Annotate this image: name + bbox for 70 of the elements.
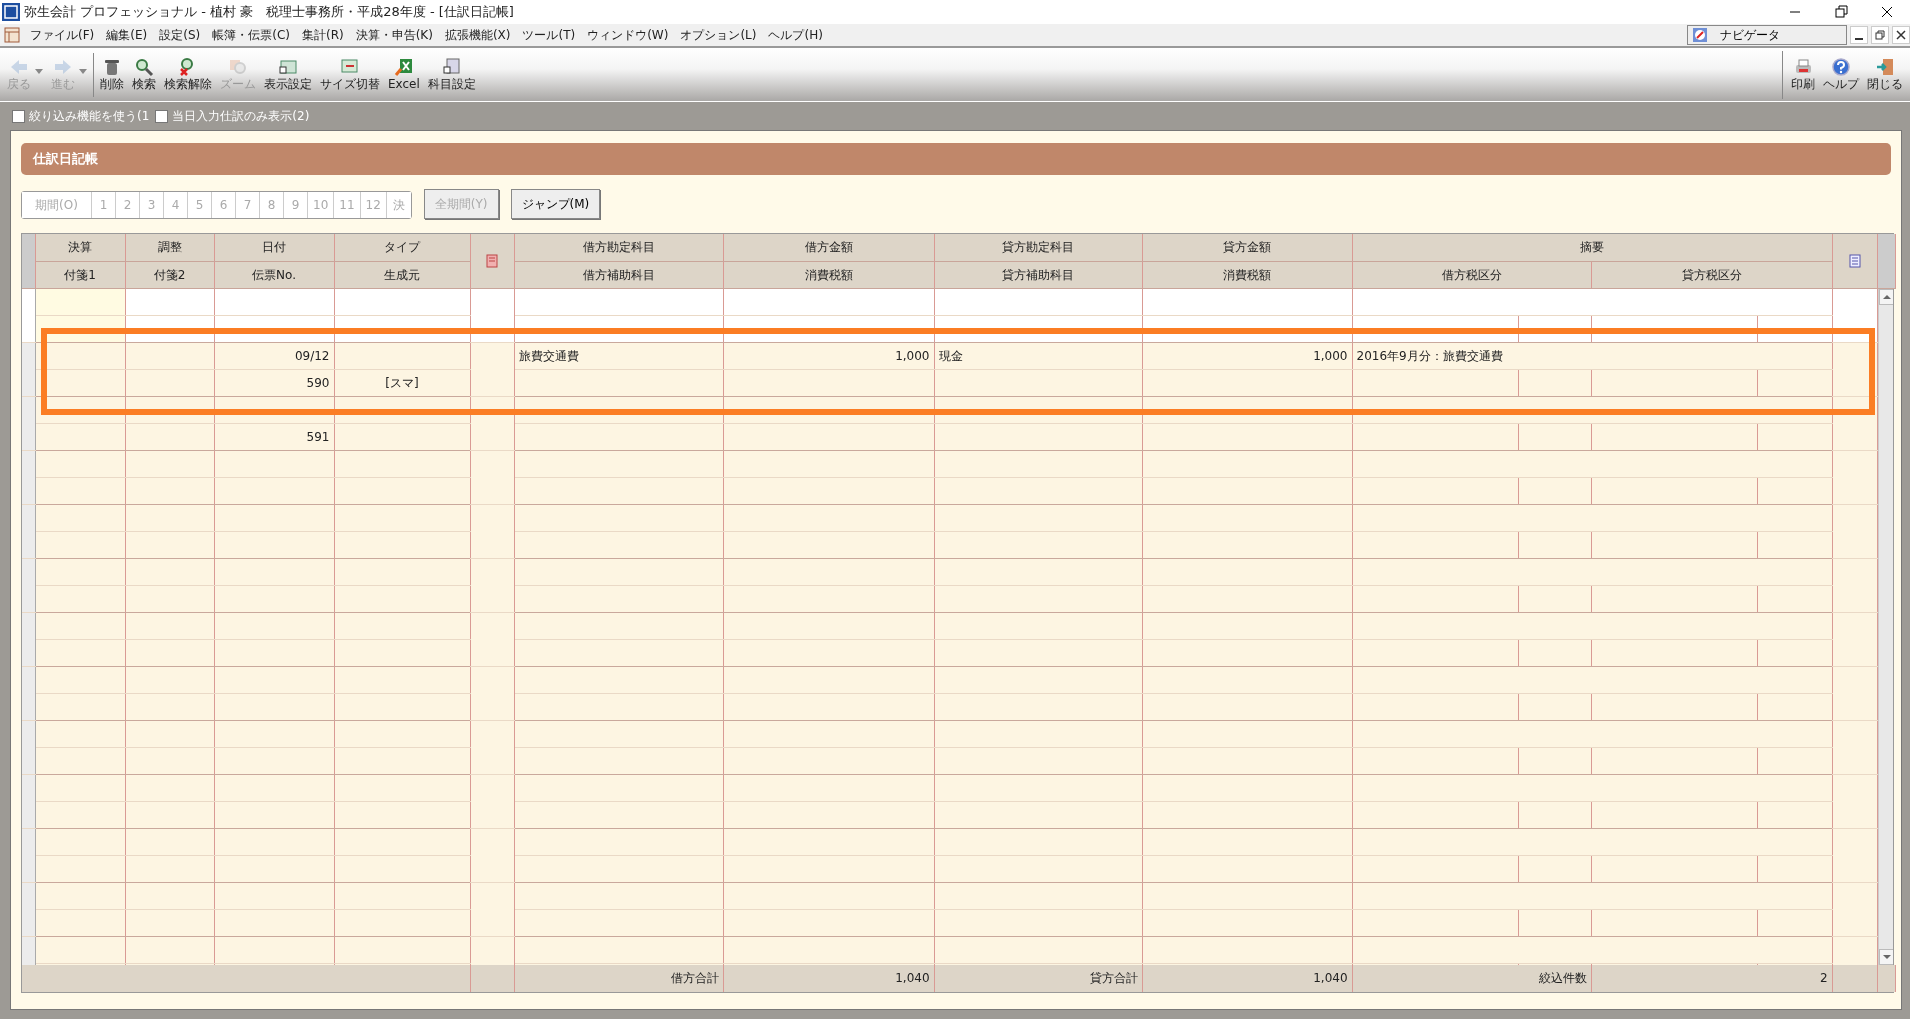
menu-item[interactable]: ツール(T) bbox=[516, 26, 582, 44]
toolbar-button[interactable]: 閉じる bbox=[1863, 55, 1907, 94]
menu-item[interactable]: ヘルプ(H) bbox=[762, 26, 829, 44]
menu-item[interactable]: ウィンドウ(W) bbox=[581, 26, 675, 44]
column-header: 貸方勘定科目 bbox=[934, 234, 1142, 261]
toolbar-button[interactable]: ヘルプ bbox=[1819, 55, 1863, 94]
restore-icon[interactable] bbox=[1872, 27, 1888, 43]
column-header: 貸方税区分 bbox=[1591, 261, 1832, 288]
menu-item[interactable]: 設定(S) bbox=[153, 26, 207, 44]
book-icon bbox=[486, 254, 498, 269]
column-header: 消費税額 bbox=[1142, 261, 1352, 288]
slip-number-cell: 590 bbox=[214, 369, 334, 397]
toolbar-button[interactable]: 検索解除 bbox=[160, 55, 216, 94]
total-label: 貸方合計 bbox=[934, 964, 1143, 992]
menu-item[interactable]: 決算・申告(K) bbox=[349, 26, 439, 44]
spreadsheet-icon bbox=[393, 57, 414, 78]
source-cell: [スマ] bbox=[334, 369, 470, 397]
menu-item[interactable]: 編集(E) bbox=[100, 26, 154, 44]
trash-can-icon bbox=[102, 57, 122, 78]
exit-door-icon bbox=[1875, 57, 1895, 78]
amount-cell: 1,000 bbox=[1142, 342, 1352, 370]
column-header: タイプ bbox=[334, 234, 470, 261]
amount-cell: 1,000 bbox=[723, 342, 934, 370]
account-cell: 現金 bbox=[934, 342, 1142, 370]
column-header: 摘要 bbox=[1352, 234, 1832, 261]
toolbar-button[interactable]: Excel bbox=[384, 55, 424, 94]
magnifier-icon bbox=[134, 57, 154, 78]
account-cell: 旅費交通費 bbox=[514, 342, 723, 370]
restore-icon[interactable] bbox=[1832, 3, 1850, 21]
toolbar-button[interactable]: 表示設定 bbox=[260, 55, 316, 94]
column-header: 付箋1 bbox=[35, 261, 125, 288]
jump-button[interactable]: ジャンプ(M) bbox=[510, 189, 601, 219]
window-title: 弥生会計 プロフェッショナル - 植村 豪 税理士事務所・平成28年度 - [仕訳日記帳] bbox=[24, 3, 515, 22]
total-value: 1,040 bbox=[1142, 964, 1353, 992]
column-header: 伝票No. bbox=[214, 261, 334, 288]
toolbar-button[interactable]: 削除 bbox=[96, 55, 128, 94]
toolbar-button[interactable]: 科目設定 bbox=[423, 55, 480, 94]
column-header: 借方税区分 bbox=[1352, 261, 1591, 288]
description-cell: 2016年9月分：旅費交通費 bbox=[1352, 342, 1832, 370]
toolbar-button[interactable]: 印刷 bbox=[1787, 55, 1819, 94]
total-value: 2 bbox=[1591, 964, 1833, 992]
menu-item[interactable]: 帳簿・伝票(C) bbox=[206, 26, 296, 44]
navigator-button[interactable]: ナビゲータ bbox=[1687, 25, 1847, 45]
scroll-down-icon bbox=[1878, 948, 1893, 965]
column-header: 生成元 bbox=[334, 261, 470, 288]
document-icon bbox=[4, 27, 20, 43]
help-icon bbox=[1831, 57, 1851, 78]
column-header: 日付 bbox=[214, 234, 334, 261]
date-cell: 09/12 bbox=[214, 342, 334, 370]
menu-item[interactable]: 拡張機能(X) bbox=[438, 26, 517, 44]
column-header: 消費税額 bbox=[723, 261, 934, 288]
column-header: 調整 bbox=[125, 234, 214, 261]
toolbar-button[interactable]: 検索 bbox=[128, 55, 160, 94]
slip-number-cell: 591 bbox=[214, 423, 334, 451]
column-header: 貸方金額 bbox=[1142, 234, 1352, 261]
menu-item[interactable]: ファイル(F) bbox=[24, 26, 101, 44]
ledger-title: 仕訳日記帳 bbox=[21, 143, 1891, 175]
column-header: 貸方補助科目 bbox=[934, 261, 1142, 288]
toolbar-button[interactable]: サイズ切替 bbox=[316, 55, 384, 94]
column-header: 借方補助科目 bbox=[514, 261, 723, 288]
total-value: 1,040 bbox=[723, 964, 935, 992]
total-label: 借方合計 bbox=[514, 964, 724, 992]
menu-item[interactable]: 集計(R) bbox=[295, 26, 350, 44]
column-header: 借方勘定科目 bbox=[514, 234, 723, 261]
column-header: 決算 bbox=[35, 234, 125, 261]
column-header: 付箋2 bbox=[125, 261, 214, 288]
column-header: 借方金額 bbox=[723, 234, 934, 261]
memo-icon bbox=[1848, 254, 1861, 269]
total-label: 絞込件数 bbox=[1352, 964, 1592, 992]
menu-item[interactable]: オプション(L) bbox=[674, 26, 763, 44]
